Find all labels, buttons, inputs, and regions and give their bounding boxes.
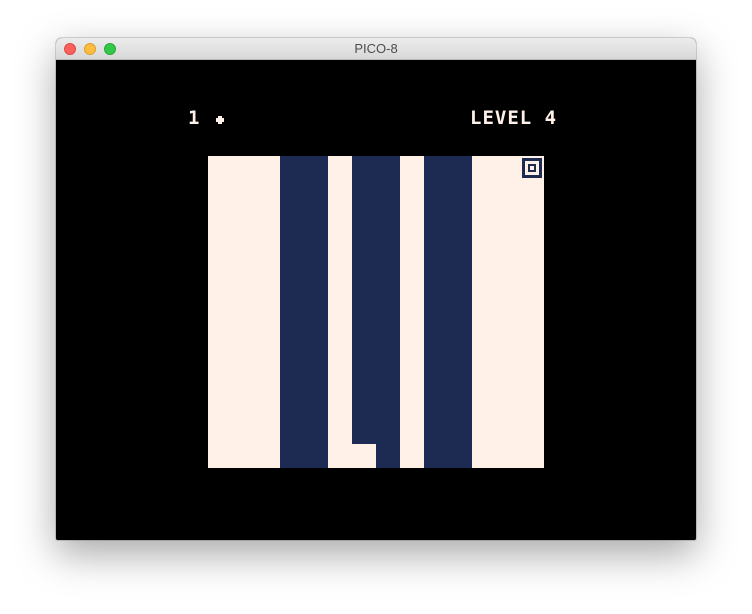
coin-icon	[216, 116, 224, 124]
dark-column	[352, 156, 400, 468]
title-bar[interactable]: PICO-8	[56, 38, 696, 60]
game-screen[interactable]: 1 LEVEL 4	[56, 60, 696, 540]
coin-count: 1	[188, 107, 201, 129]
dark-column	[280, 156, 328, 468]
dark-column	[424, 156, 472, 468]
app-window: PICO-8 1 LEVEL 4	[56, 38, 696, 540]
level-indicator: LEVEL 4	[470, 107, 558, 129]
light-block	[352, 444, 376, 468]
window-title: PICO-8	[354, 41, 398, 56]
game-board	[208, 156, 544, 468]
player-sprite	[328, 444, 352, 468]
goal-target-icon	[520, 156, 544, 180]
